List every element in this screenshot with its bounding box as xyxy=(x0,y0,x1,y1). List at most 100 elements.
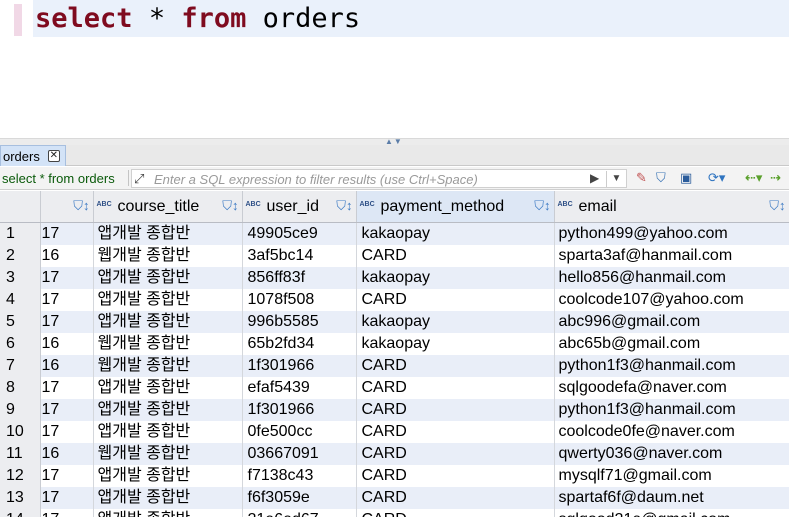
table-row[interactable]: 1417앱개발 종합반21e6ed67CARDsqlgood21e@gmail.… xyxy=(0,508,789,517)
sort-filter-icon[interactable]: ⛉↕ xyxy=(534,198,550,214)
arrow-left-icon[interactable]: ⇠▾ xyxy=(745,169,762,187)
cell-email[interactable]: abc65b@gmail.com xyxy=(554,332,789,355)
table-row[interactable]: 8 17 앱개발 종합반 efaf5439 CARD sqlgoodefa@naver.c… xyxy=(0,376,789,399)
cell-id[interactable]: 17 xyxy=(39,222,94,245)
play-icon[interactable]: ▶ xyxy=(590,171,599,185)
row-number[interactable]: 12 xyxy=(0,464,41,487)
row-number[interactable]: 10 xyxy=(0,420,41,443)
panel-splitter[interactable]: ▲▼ xyxy=(0,138,789,146)
cell-email[interactable]: sparta3af@hanmail.com xyxy=(554,244,789,267)
row-number[interactable]: 2 xyxy=(0,244,41,267)
row-number[interactable]: 1 xyxy=(0,222,41,245)
cell-course-title[interactable]: 앱개발 종합반 xyxy=(93,222,243,245)
cell-course-title[interactable]: 앱개발 종합반 xyxy=(93,398,243,421)
cell-email[interactable]: coolcode0fe@naver.com xyxy=(554,420,789,443)
cell-course-title[interactable]: 웹개발 종합반 xyxy=(93,354,243,377)
sql-editor[interactable]: select * from orders xyxy=(0,0,789,138)
sort-filter-icon[interactable]: ⛉↕ xyxy=(73,198,89,214)
result-grid[interactable]: ⛉↕ ABC course_title ⛉↕ ABC user_id ⛉↕ AB… xyxy=(0,191,789,517)
cell-payment-method[interactable]: kakaopay xyxy=(356,266,555,289)
row-number[interactable]: 8 xyxy=(0,376,41,399)
cell-id[interactable]: 17 xyxy=(39,310,94,333)
table-row[interactable]: 7 16 웹개발 종합반 1f301966 CARD python1f3@hanmail.… xyxy=(0,354,789,377)
cell-id[interactable]: 16 xyxy=(39,442,94,465)
cell-id[interactable]: 17 xyxy=(39,376,94,399)
table-row[interactable]: 6 16 웹개발 종합반 65b2fd34 kakaopay abc65b@gmail.c… xyxy=(0,332,789,355)
cell-course-title[interactable]: 웹개발 종합반 xyxy=(93,332,243,355)
cell-course-title[interactable]: 앱개발 종합반 xyxy=(93,266,243,289)
save-filter-icon[interactable]: ▣ xyxy=(680,169,692,187)
cell-course-title[interactable]: 웹개발 종합반 xyxy=(93,244,243,267)
table-row[interactable]: 11 16 웹개발 종합반 03667091 CARD qwerty036@naver.c… xyxy=(0,442,789,465)
cell-email[interactable]: abc996@gmail.com xyxy=(554,310,789,333)
cell-course-title[interactable]: 앱개발 종합반 xyxy=(93,486,243,509)
column-header-payment-method[interactable]: ABC payment_method ⛉↕ xyxy=(356,191,555,223)
cell-id[interactable]: 17 xyxy=(39,486,94,509)
cell-id[interactable]: 16 xyxy=(39,354,94,377)
cell-payment-method[interactable]: kakaopay xyxy=(356,332,555,355)
cell-user-id[interactable]: f7138c43 xyxy=(242,464,357,487)
column-header-email[interactable]: ABC email ⛉↕ xyxy=(554,191,789,223)
chevron-down-icon[interactable]: ▼ xyxy=(606,171,626,187)
cell-payment-method[interactable]: CARD xyxy=(356,376,555,399)
close-icon[interactable]: ✕ xyxy=(47,150,60,162)
cell-id[interactable]: 17 xyxy=(39,464,94,487)
cell-id[interactable]: 16 xyxy=(39,244,94,267)
cell-user-id[interactable]: 1f301966 xyxy=(242,354,357,377)
column-header-id[interactable]: ⛉↕ xyxy=(40,191,94,223)
cell-payment-method[interactable]: CARD xyxy=(356,244,555,267)
cell-email[interactable]: coolcode107@yahoo.com xyxy=(554,288,789,311)
cell-course-title[interactable]: 앱개발 종합반 xyxy=(93,288,243,311)
row-number[interactable]: 7 xyxy=(0,354,41,377)
cell-email[interactable]: sqlgoodefa@naver.com xyxy=(554,376,789,399)
sort-filter-icon[interactable]: ⛉↕ xyxy=(336,198,352,214)
eraser-icon[interactable]: ✎ xyxy=(636,169,647,187)
table-row[interactable]: 10 17 앱개발 종합반 0fe500cc CARD coolcode0fe@naver… xyxy=(0,420,789,443)
column-header-user-id[interactable]: ABC user_id ⛉↕ xyxy=(242,191,357,223)
filter-expression-input[interactable] xyxy=(154,171,584,187)
cell-user-id[interactable]: 49905ce9 xyxy=(242,222,357,245)
table-row[interactable]: 5 17 앱개발 종합반 996b5585 kakaopay abc996@gmail.c… xyxy=(0,310,789,333)
expand-icon[interactable]: ⤢ xyxy=(134,171,144,187)
sort-filter-icon[interactable]: ⛉↕ xyxy=(769,198,785,214)
cell-course-title[interactable]: 앱개발 종합반 xyxy=(93,376,243,399)
table-row[interactable]: 13 17 앱개발 종합반 f6f3059e CARD spartaf6f@daum.ne… xyxy=(0,486,789,509)
cell-payment-method[interactable]: kakaopay xyxy=(356,310,555,333)
cell-id[interactable]: 17 xyxy=(39,420,94,443)
cell-id[interactable]: 17 xyxy=(39,398,94,421)
row-number[interactable]: 5 xyxy=(0,310,41,333)
cell-user-id[interactable]: 0fe500cc xyxy=(242,420,357,443)
funnel-icon[interactable]: ⛉ xyxy=(656,169,666,187)
cell-course-title[interactable]: 앱개발 종합반 xyxy=(93,310,243,333)
cell-email[interactable]: python1f3@hanmail.com xyxy=(554,398,789,421)
cell-user-id[interactable]: 996b5585 xyxy=(242,310,357,333)
cell-email[interactable]: python499@yahoo.com xyxy=(554,222,789,245)
row-number[interactable]: 13 xyxy=(0,486,41,509)
column-header-course-title[interactable]: ABC course_title ⛉↕ xyxy=(93,191,243,223)
cell-course-title[interactable]: 앱개발 종합반 xyxy=(93,508,243,517)
cell-course-title[interactable]: 앱개발 종합반 xyxy=(93,464,243,487)
row-number[interactable]: 14 xyxy=(0,508,41,517)
table-row[interactable]: 9 17 앱개발 종합반 1f301966 CARD python1f3@hanmail.… xyxy=(0,398,789,421)
table-row[interactable]: 3 17 앱개발 종합반 856ff83f kakaopay hello856@hanma… xyxy=(0,266,789,289)
cell-id[interactable]: 16 xyxy=(39,332,94,355)
table-row[interactable]: 12 17 앱개발 종합반 f7138c43 CARD mysqlf71@gmail.co… xyxy=(0,464,789,487)
cell-user-id[interactable]: 03667091 xyxy=(242,442,357,465)
cell-payment-method[interactable]: CARD xyxy=(356,354,555,377)
row-number[interactable]: 11 xyxy=(0,442,41,465)
cell-payment-method[interactable]: CARD xyxy=(356,508,555,517)
table-row[interactable]: 2 16 웹개발 종합반 3af5bc14 CARD sparta3af@hanmail.… xyxy=(0,244,789,267)
cell-user-id[interactable]: 21e6ed67 xyxy=(242,508,357,517)
cell-payment-method[interactable]: CARD xyxy=(356,398,555,421)
table-row[interactable]: 1 17 앱개발 종합반 49905ce9 kakaopay python499@yaho… xyxy=(0,222,789,245)
table-row[interactable]: 4 17 앱개발 종합반 1078f508 CARD coolcode107@yahoo.… xyxy=(0,288,789,311)
cell-email[interactable]: hello856@hanmail.com xyxy=(554,266,789,289)
row-number[interactable]: 6 xyxy=(0,332,41,355)
cell-email[interactable]: sqlgood21e@gmail.com xyxy=(554,508,789,517)
row-number[interactable]: 4 xyxy=(0,288,41,311)
cell-payment-method[interactable]: CARD xyxy=(356,464,555,487)
row-number[interactable]: 3 xyxy=(0,266,41,289)
cell-user-id[interactable]: efaf5439 xyxy=(242,376,357,399)
cell-email[interactable]: spartaf6f@daum.net xyxy=(554,486,789,509)
cell-payment-method[interactable]: CARD xyxy=(356,288,555,311)
